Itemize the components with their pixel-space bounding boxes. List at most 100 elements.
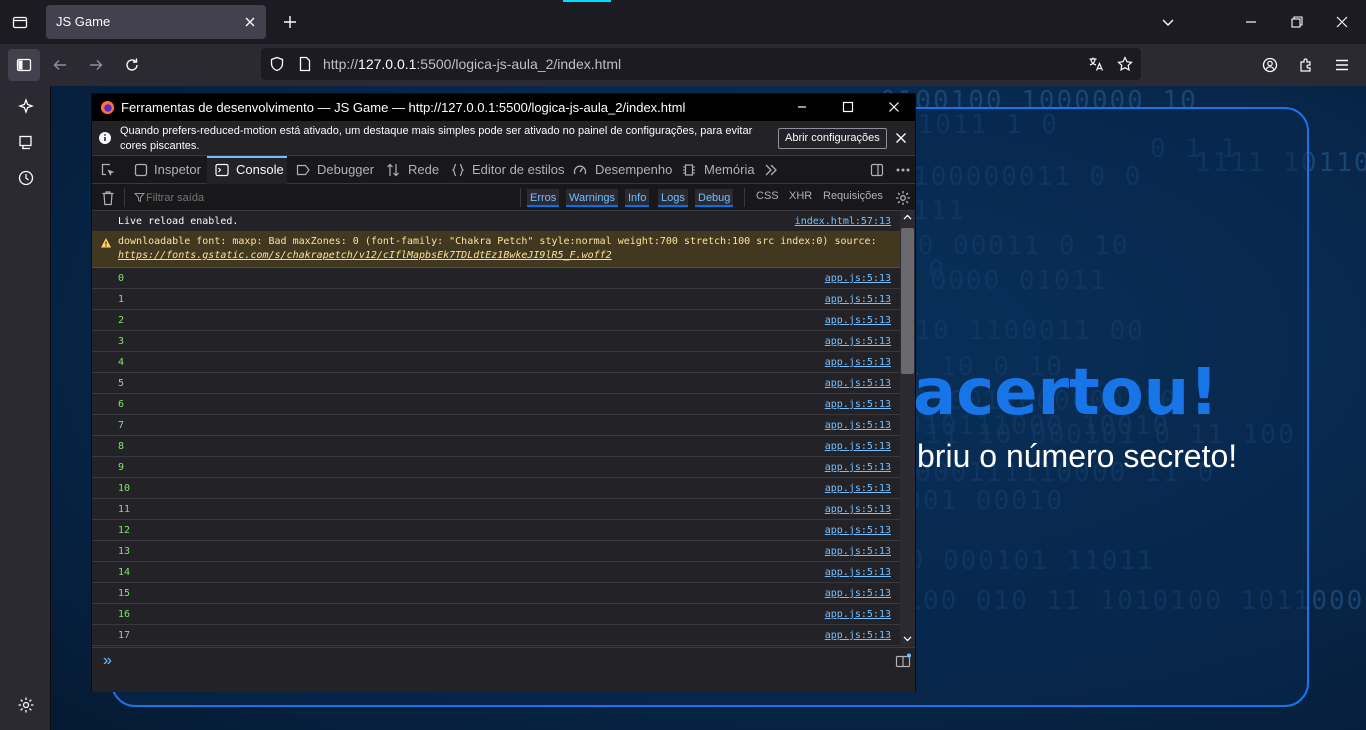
- url-bar[interactable]: http://127.0.0.1:5500/logica-js-aula_2/i…: [261, 48, 1141, 80]
- devtools-window: Ferramentas de desenvolvimento — JS Game…: [91, 93, 916, 692]
- log-message: downloadable font: maxp: Bad maxZones: 0…: [118, 236, 877, 261]
- element-picker-icon[interactable]: [100, 162, 116, 178]
- shield-icon[interactable]: [269, 56, 285, 72]
- restore-icon[interactable]: [1289, 14, 1305, 30]
- minimize-icon[interactable]: [1243, 14, 1259, 30]
- log-source-link[interactable]: app.js:5:13: [825, 273, 891, 284]
- log-source-link[interactable]: app.js:5:13: [825, 399, 891, 410]
- chevron-down-icon[interactable]: [1160, 14, 1176, 30]
- maximize-icon[interactable]: [841, 100, 855, 114]
- tab-label: Inspetor: [154, 162, 201, 177]
- log-source-link[interactable]: app.js:5:13: [825, 357, 891, 368]
- log-source-link[interactable]: app.js:5:13: [825, 525, 891, 536]
- back-icon[interactable]: [52, 57, 68, 73]
- log-source-link[interactable]: app.js:5:13: [825, 504, 891, 515]
- log-source-link[interactable]: app.js:5:13: [825, 588, 891, 599]
- page-icon[interactable]: [297, 56, 313, 72]
- tab-style-editor[interactable]: Editor de estilos: [451, 156, 565, 184]
- log-source-link[interactable]: app.js:5:13: [825, 546, 891, 557]
- log-source-link[interactable]: app.js:5:13: [825, 378, 891, 389]
- synced-tabs-icon[interactable]: [17, 134, 35, 152]
- log-source-link[interactable]: app.js:5:13: [825, 420, 891, 431]
- tab-debugger[interactable]: Debugger: [296, 156, 374, 184]
- devtools-tab-bar: Inspetor Console Debugger Rede Editor de…: [92, 156, 915, 184]
- translate-icon[interactable]: [1088, 56, 1104, 72]
- forward-icon[interactable]: [88, 57, 104, 73]
- log-value: 10: [118, 483, 131, 494]
- chevron-up-icon[interactable]: [903, 213, 912, 222]
- dock-toggle-icon[interactable]: [869, 162, 885, 178]
- log-source-link[interactable]: app.js:5:13: [825, 630, 891, 641]
- notification-bar: Quando prefers-reduced-motion está ativa…: [92, 121, 915, 156]
- log-value: 13: [118, 546, 131, 557]
- page-subline: briu o número secreto!: [917, 438, 1238, 474]
- log-source-link[interactable]: app.js:5:13: [825, 294, 891, 305]
- log-row: 6 app.js:5:13: [92, 394, 900, 415]
- chevron-down-icon[interactable]: [903, 634, 912, 643]
- filter-info-button[interactable]: Info: [625, 189, 650, 207]
- log-source-link[interactable]: app.js:5:13: [825, 441, 891, 452]
- tab-performance[interactable]: Desempenho: [573, 156, 672, 184]
- more-tabs-chevron-icon[interactable]: [764, 163, 778, 177]
- new-tab-icon[interactable]: [282, 14, 298, 30]
- devtools-titlebar: Ferramentas de desenvolvimento — JS Game…: [92, 94, 915, 121]
- filter-logs-button[interactable]: Logs: [658, 189, 688, 207]
- open-settings-button[interactable]: Abrir configurações: [778, 128, 887, 149]
- tab-label: Debugger: [317, 162, 375, 177]
- filter-input[interactable]: [146, 188, 516, 207]
- extensions-icon[interactable]: [1298, 57, 1314, 73]
- log-source-link[interactable]: app.js:5:13: [825, 315, 891, 326]
- filter-css-button[interactable]: CSS: [756, 190, 779, 202]
- console-settings-gear-icon[interactable]: [895, 190, 911, 206]
- sidebar-toggle-button[interactable]: [8, 49, 40, 81]
- prompt-chevron: »: [103, 652, 112, 669]
- log-source-link[interactable]: app.js:5:13: [825, 336, 891, 347]
- divider: [124, 188, 125, 207]
- filter-errors-button[interactable]: Erros: [527, 189, 560, 207]
- account-icon[interactable]: [1262, 57, 1278, 73]
- divider: [744, 188, 745, 207]
- close-icon[interactable]: [887, 100, 901, 114]
- more-options-icon[interactable]: [895, 162, 911, 178]
- warning-icon: [100, 237, 112, 249]
- log-value: 15: [118, 588, 131, 599]
- log-source-link[interactable]: app.js:5:13: [825, 483, 891, 494]
- inspector-icon: [134, 163, 148, 177]
- tab-console[interactable]: Console: [207, 156, 287, 184]
- window-close-icon[interactable]: [1334, 14, 1350, 30]
- log-row: 3 app.js:5:13: [92, 331, 900, 352]
- tab-accent-line: [563, 0, 611, 2]
- filter-requests-button[interactable]: Requisições: [823, 190, 883, 202]
- log-source-link[interactable]: app.js:5:13: [825, 567, 891, 578]
- ai-sparkle-icon[interactable]: [17, 98, 35, 116]
- close-icon[interactable]: [242, 14, 258, 30]
- network-icon: [386, 163, 400, 177]
- tab-list-icon[interactable]: [12, 14, 28, 30]
- log-row: 0 app.js:5:13: [92, 268, 900, 289]
- bookmark-star-icon[interactable]: [1117, 56, 1133, 72]
- menu-icon[interactable]: [1334, 57, 1350, 73]
- filter-xhr-button[interactable]: XHR: [789, 190, 812, 202]
- minimize-icon[interactable]: [795, 100, 809, 114]
- log-row: 4 app.js:5:13: [92, 352, 900, 373]
- log-row: 9 app.js:5:13: [92, 457, 900, 478]
- filter-warnings-button[interactable]: Warnings: [566, 189, 619, 207]
- tab-network[interactable]: Rede: [386, 156, 439, 184]
- console-input-area[interactable]: »: [92, 647, 915, 692]
- reload-icon[interactable]: [124, 57, 140, 73]
- log-source-link[interactable]: app.js:5:13: [825, 609, 891, 620]
- tab-memory[interactable]: Memória: [682, 156, 755, 184]
- log-source-link[interactable]: app.js:5:13: [825, 462, 891, 473]
- editor-mode-icon[interactable]: [895, 653, 911, 669]
- history-icon[interactable]: [17, 169, 35, 187]
- log-row: 14 app.js:5:13: [92, 562, 900, 583]
- log-source-link[interactable]: index.html:57:13: [795, 216, 891, 227]
- close-icon[interactable]: [894, 131, 908, 145]
- filter-debug-button[interactable]: Debug: [695, 189, 734, 207]
- tab-inspector[interactable]: Inspetor: [134, 156, 201, 184]
- scrollbar-thumb[interactable]: [901, 228, 914, 374]
- tab-js-game[interactable]: JS Game: [46, 5, 266, 39]
- trash-icon[interactable]: [101, 190, 115, 206]
- warning-source-url[interactable]: https://fonts.gstatic.com/s/chakrapetch/…: [118, 250, 612, 261]
- settings-gear-icon[interactable]: [17, 696, 35, 714]
